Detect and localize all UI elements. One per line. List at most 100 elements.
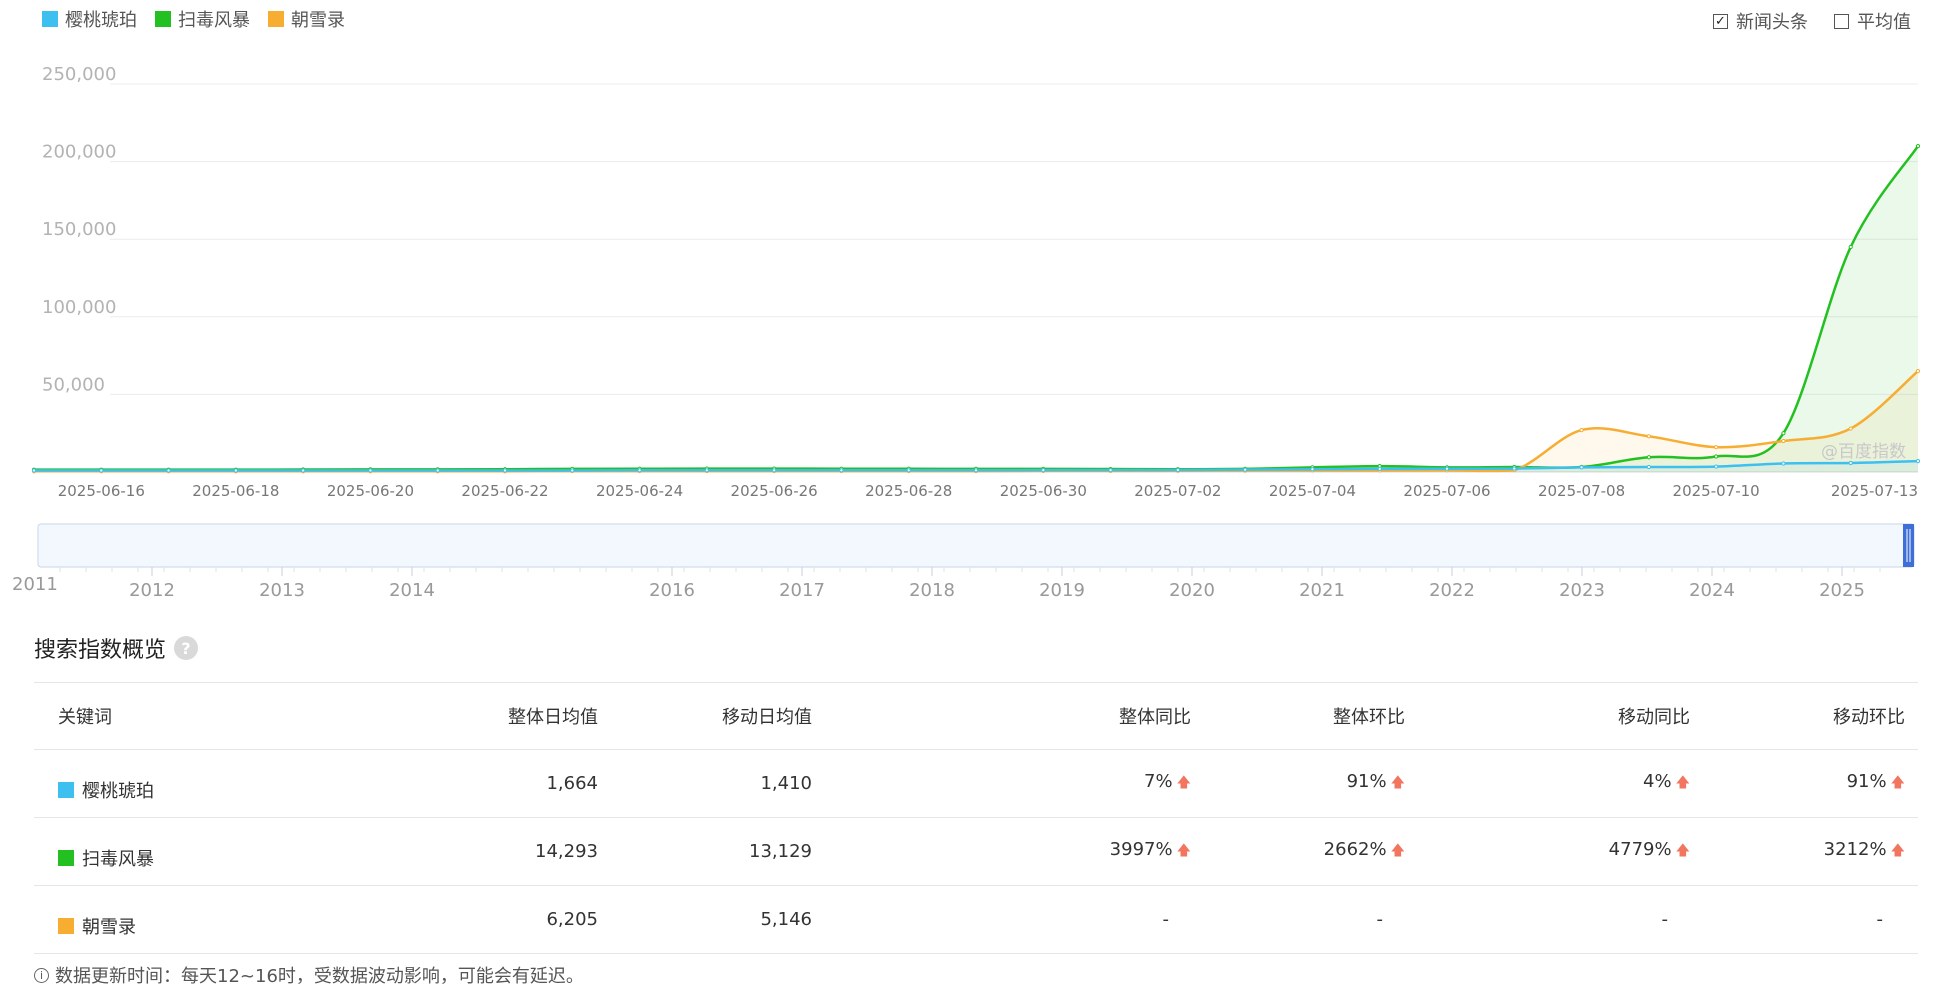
legend-item-cherry-amber[interactable]: 樱桃琥珀 xyxy=(42,6,137,32)
overall-avg-cell: 1,664 xyxy=(359,749,599,818)
arrow-up-icon: 🡅 xyxy=(1390,843,1405,859)
keyword-swatch xyxy=(58,849,74,866)
mobile-yoy-cell: 4% xyxy=(1643,771,1672,792)
mobile-avg-cell: 5,146 xyxy=(599,885,813,954)
x-tick-label: 2025-07-02 xyxy=(1134,482,1221,500)
x-tick-label: 2025-06-18 xyxy=(192,482,279,500)
data-point xyxy=(1512,466,1517,471)
year-label: 2021 xyxy=(1299,580,1345,601)
data-point xyxy=(839,468,844,473)
col-overall-qoq: 整体环比 xyxy=(1192,682,1406,750)
col-mobile-qoq: 移动环比 xyxy=(1691,682,1906,750)
x-tick-label: 2025-07-08 xyxy=(1538,482,1625,500)
data-point xyxy=(1646,434,1651,439)
year-label: 2025 xyxy=(1819,580,1865,601)
series-area xyxy=(34,371,1918,472)
table-row: 扫毒风暴 14,293 13,129 3997% 🡅 2662% 🡅 4779% 🡅 … xyxy=(34,817,1918,886)
series-area xyxy=(34,146,1918,472)
data-point xyxy=(1714,464,1719,469)
legend-label: 朝雪录 xyxy=(291,10,345,31)
chart-legend: 樱桃琥珀 扫毒风暴 朝雪录 xyxy=(42,6,345,32)
overall-yoy-cell: - xyxy=(1162,909,1170,930)
arrow-up-icon: 🡅 xyxy=(1390,775,1405,791)
col-overall-avg: 整体日均值 xyxy=(359,682,599,750)
mobile-qoq-cell: - xyxy=(1876,909,1884,930)
overall-yoy-cell: 7% xyxy=(1144,771,1173,792)
year-label: 2023 xyxy=(1559,580,1605,601)
data-point xyxy=(1041,468,1046,473)
data-point xyxy=(1781,438,1786,444)
average-checkbox[interactable]: 平均值 xyxy=(1834,8,1911,34)
col-overall-yoy: 整体同比 xyxy=(813,682,1192,750)
mobile-yoy-cell: - xyxy=(1661,909,1669,930)
overall-qoq-cell: 91% xyxy=(1346,771,1387,792)
y-tick-label: 200,000 xyxy=(42,142,116,163)
mobile-qoq-cell: 3212% xyxy=(1823,839,1887,860)
keyword-cell: 朝雪录 xyxy=(82,916,136,938)
year-label: 2013 xyxy=(259,580,305,601)
range-handle xyxy=(1903,524,1914,567)
year-label: 2012 xyxy=(129,580,175,601)
x-tick-label: 2025-06-16 xyxy=(58,482,145,500)
x-tick-label: 2025-07-04 xyxy=(1269,482,1356,500)
year-label: 2011 xyxy=(12,574,58,595)
data-point xyxy=(1243,467,1248,472)
overall-qoq-cell: 2662% xyxy=(1323,839,1387,860)
arrow-up-icon: 🡅 xyxy=(1890,843,1905,859)
overview-table: 关键词 整体日均值 移动日均值 整体同比 整体环比 移动同比 移动环比 樱桃琥珀… xyxy=(34,682,1918,954)
year-label: 2024 xyxy=(1689,580,1735,601)
mobile-avg-cell: 1,410 xyxy=(599,749,813,818)
data-point xyxy=(502,468,508,473)
chart-options: ✓ 新闻头条 平均值 xyxy=(1713,8,1911,34)
help-icon[interactable]: ? xyxy=(174,636,199,660)
checkbox-checked-icon[interactable]: ✓ xyxy=(1713,13,1728,29)
data-point xyxy=(973,468,979,473)
data-point xyxy=(1714,445,1719,450)
news-headlines-checkbox[interactable]: ✓ 新闻头条 xyxy=(1713,8,1808,34)
data-point xyxy=(1915,143,1921,149)
overall-qoq-cell: - xyxy=(1376,909,1384,930)
overview-title-text: 搜索指数概览 xyxy=(34,638,167,663)
legend-item-drug-storm[interactable]: 扫毒风暴 xyxy=(155,6,250,32)
col-mobile-yoy: 移动同比 xyxy=(1406,682,1691,750)
data-point xyxy=(1579,427,1584,433)
arrow-up-icon: 🡅 xyxy=(1176,843,1191,859)
data-point xyxy=(99,468,104,473)
year-label: 2018 xyxy=(909,580,955,601)
series-line xyxy=(34,145,1920,471)
legend-swatch xyxy=(42,11,58,27)
mobile-avg-cell: 13,129 xyxy=(599,817,813,886)
arrow-up-icon: 🡅 xyxy=(1890,775,1905,791)
table-header-row: 关键词 整体日均值 移动日均值 整体同比 整体环比 移动同比 移动环比 xyxy=(34,682,1918,750)
data-point xyxy=(1108,468,1113,473)
update-note-text: 数据更新时间：每天12~16时，受数据波动影响，可能会有延迟。 xyxy=(55,966,584,987)
x-tick-label: 2025-06-20 xyxy=(327,482,414,500)
data-point xyxy=(906,468,911,473)
y-tick-label: 100,000 xyxy=(42,297,116,318)
legend-swatch xyxy=(268,11,284,27)
data-point xyxy=(301,468,306,473)
x-tick-label: 2025-07-10 xyxy=(1673,482,1760,500)
y-tick-label: 50,000 xyxy=(42,374,105,395)
y-tick-label: 250,000 xyxy=(42,64,116,85)
data-point xyxy=(368,468,373,473)
update-note: i 数据更新时间：每天12~16时，受数据波动影响，可能会有延迟。 xyxy=(34,962,584,988)
x-tick-label: 2025-07-13 xyxy=(1831,482,1918,500)
legend-label: 扫毒风暴 xyxy=(178,10,250,31)
x-tick-label: 2025-07-06 xyxy=(1403,482,1490,500)
keyword-swatch xyxy=(58,781,74,798)
trend-chart: 50,000 100,000 150,000 200,000 250,000 2025-0… xyxy=(12,64,1921,601)
data-point xyxy=(1310,467,1315,472)
table-row: 樱桃琥珀 1,664 1,410 7% 🡅 91% 🡅 4% 🡅 91% 🡅 xyxy=(34,749,1918,818)
average-label: 平均值 xyxy=(1857,12,1911,33)
x-tick-label: 2025-06-28 xyxy=(865,482,952,500)
data-point xyxy=(233,468,238,473)
year-label: 2014 xyxy=(389,580,435,601)
x-tick-label: 2025-06-26 xyxy=(731,482,818,500)
data-point xyxy=(637,468,642,473)
checkbox-empty-icon[interactable] xyxy=(1834,13,1849,29)
legend-item-chaoxuelu[interactable]: 朝雪录 xyxy=(268,6,345,32)
data-point xyxy=(1579,465,1584,470)
watermark-logo: @百度指数 xyxy=(1821,442,1906,462)
keyword-swatch xyxy=(58,917,74,934)
